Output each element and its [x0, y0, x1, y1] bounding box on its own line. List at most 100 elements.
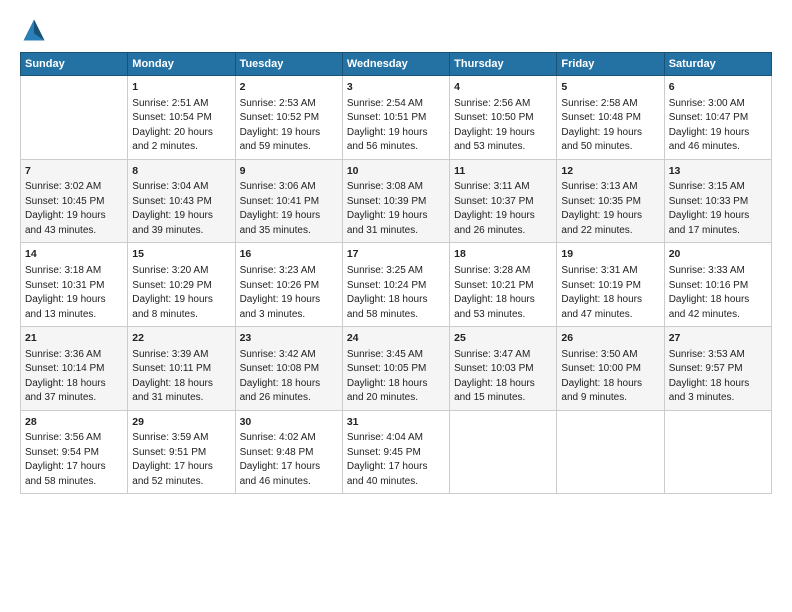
calendar-cell: 20 Sunrise: 3:33 AMSunset: 10:16 PMDaylig…: [664, 243, 771, 327]
cell-content: Sunrise: 3:15 AMSunset: 10:33 PMDaylight…: [669, 180, 767, 238]
date-number: 16: [240, 247, 338, 262]
calendar-cell: 8Sunrise: 3:04 AMSunset: 10:43 PMDayligh…: [128, 159, 235, 243]
cell-content: Sunrise: 3:18 AMSunset: 10:31 PMDaylight…: [25, 264, 123, 322]
date-number: 3: [347, 80, 445, 95]
calendar-cell: 15 Sunrise: 3:20 AMSunset: 10:29 PMDaylig…: [128, 243, 235, 327]
date-number: 23: [240, 331, 338, 346]
cell-content: Sunrise: 3:04 AMSunset: 10:43 PMDaylight…: [132, 180, 230, 238]
calendar-cell: 24Sunrise: 3:45 AMSunset: 10:05 PMDaylig…: [342, 327, 449, 411]
date-number: 13: [669, 164, 767, 179]
day-header: Thursday: [450, 53, 557, 76]
cell-content: Sunrise: 3:39 AMSunset: 10:11 PMDaylight…: [132, 348, 230, 406]
calendar-cell: 6 Sunrise: 3:00 AMSunset: 10:47 PMDayligh…: [664, 76, 771, 160]
date-number: 9: [240, 164, 338, 179]
week-row: 1 Sunrise: 2:51 AMSunset: 10:54 PMDayligh…: [21, 76, 772, 160]
calendar-cell: 7Sunrise: 3:02 AMSunset: 10:45 PMDayligh…: [21, 159, 128, 243]
calendar-cell: 3 Sunrise: 2:54 AMSunset: 10:51 PMDayligh…: [342, 76, 449, 160]
week-row: 7Sunrise: 3:02 AMSunset: 10:45 PMDayligh…: [21, 159, 772, 243]
date-number: 22: [132, 331, 230, 346]
calendar-cell: 16Sunrise: 3:23 AMSunset: 10:26 PMDaylig…: [235, 243, 342, 327]
calendar-cell: 17Sunrise: 3:25 AMSunset: 10:24 PMDaylig…: [342, 243, 449, 327]
calendar-cell: [21, 76, 128, 160]
calendar-cell: 11Sunrise: 3:11 AMSunset: 10:37 PMDaylig…: [450, 159, 557, 243]
header-row: SundayMondayTuesdayWednesdayThursdayFrid…: [21, 53, 772, 76]
cell-content: Sunrise: 3:53 AMSunset: 9:57 PMDaylight:…: [669, 348, 767, 406]
calendar-cell: 19 Sunrise: 3:31 AMSunset: 10:19 PMDaylig…: [557, 243, 664, 327]
cell-content: Sunrise: 3:00 AMSunset: 10:47 PMDaylight…: [669, 97, 767, 155]
cell-content: Sunrise: 2:56 AMSunset: 10:50 PMDaylight…: [454, 97, 552, 155]
day-header: Saturday: [664, 53, 771, 76]
cell-content: Sunrise: 3:11 AMSunset: 10:37 PMDaylight…: [454, 180, 552, 238]
cell-content: Sunrise: 3:33 AMSunset: 10:16 PMDaylight…: [669, 264, 767, 322]
calendar-cell: [450, 410, 557, 494]
date-number: 8: [132, 164, 230, 179]
date-number: 20: [669, 247, 767, 262]
date-number: 21: [25, 331, 123, 346]
week-row: 14 Sunrise: 3:18 AMSunset: 10:31 PMDaylig…: [21, 243, 772, 327]
date-number: 27: [669, 331, 767, 346]
week-row: 21 Sunrise: 3:36 AMSunset: 10:14 PMDaylig…: [21, 327, 772, 411]
date-number: 6: [669, 80, 767, 95]
date-number: 7: [25, 164, 123, 179]
date-number: 25: [454, 331, 552, 346]
cell-content: Sunrise: 3:13 AMSunset: 10:35 PMDaylight…: [561, 180, 659, 238]
cell-content: Sunrise: 3:36 AMSunset: 10:14 PMDaylight…: [25, 348, 123, 406]
cell-content: Sunrise: 3:42 AMSunset: 10:08 PMDaylight…: [240, 348, 338, 406]
calendar-cell: 10Sunrise: 3:08 AMSunset: 10:39 PMDaylig…: [342, 159, 449, 243]
cell-content: Sunrise: 3:02 AMSunset: 10:45 PMDaylight…: [25, 180, 123, 238]
cell-content: Sunrise: 2:54 AMSunset: 10:51 PMDaylight…: [347, 97, 445, 155]
calendar-cell: [664, 410, 771, 494]
cell-content: Sunrise: 3:50 AMSunset: 10:00 PMDaylight…: [561, 348, 659, 406]
calendar-cell: 25 Sunrise: 3:47 AMSunset: 10:03 PMDaylig…: [450, 327, 557, 411]
date-number: 30: [240, 415, 338, 430]
date-number: 31: [347, 415, 445, 430]
calendar-cell: 29Sunrise: 3:59 AMSunset: 9:51 PMDayligh…: [128, 410, 235, 494]
cell-content: Sunrise: 3:31 AMSunset: 10:19 PMDaylight…: [561, 264, 659, 322]
date-number: 2: [240, 80, 338, 95]
cell-content: Sunrise: 3:59 AMSunset: 9:51 PMDaylight:…: [132, 431, 230, 489]
week-row: 28Sunrise: 3:56 AMSunset: 9:54 PMDayligh…: [21, 410, 772, 494]
calendar-cell: 18Sunrise: 3:28 AMSunset: 10:21 PMDaylig…: [450, 243, 557, 327]
date-number: 14: [25, 247, 123, 262]
calendar-cell: 9Sunrise: 3:06 AMSunset: 10:41 PMDayligh…: [235, 159, 342, 243]
date-number: 18: [454, 247, 552, 262]
date-number: 17: [347, 247, 445, 262]
day-header: Sunday: [21, 53, 128, 76]
calendar-cell: 5Sunrise: 2:58 AMSunset: 10:48 PMDayligh…: [557, 76, 664, 160]
date-number: 19: [561, 247, 659, 262]
calendar-cell: 26 Sunrise: 3:50 AMSunset: 10:00 PMDaylig…: [557, 327, 664, 411]
cell-content: Sunrise: 2:51 AMSunset: 10:54 PMDaylight…: [132, 97, 230, 155]
cell-content: Sunrise: 3:47 AMSunset: 10:03 PMDaylight…: [454, 348, 552, 406]
cell-content: Sunrise: 3:06 AMSunset: 10:41 PMDaylight…: [240, 180, 338, 238]
date-number: 10: [347, 164, 445, 179]
cell-content: Sunrise: 3:20 AMSunset: 10:29 PMDaylight…: [132, 264, 230, 322]
date-number: 24: [347, 331, 445, 346]
date-number: 15: [132, 247, 230, 262]
calendar-table: SundayMondayTuesdayWednesdayThursdayFrid…: [20, 52, 772, 494]
calendar-cell: 23 Sunrise: 3:42 AMSunset: 10:08 PMDaylig…: [235, 327, 342, 411]
calendar-cell: 4Sunrise: 2:56 AMSunset: 10:50 PMDayligh…: [450, 76, 557, 160]
calendar-cell: 28Sunrise: 3:56 AMSunset: 9:54 PMDayligh…: [21, 410, 128, 494]
cell-content: Sunrise: 4:04 AMSunset: 9:45 PMDaylight:…: [347, 431, 445, 489]
calendar-cell: 27 Sunrise: 3:53 AMSunset: 9:57 PMDayligh…: [664, 327, 771, 411]
day-header: Friday: [557, 53, 664, 76]
cell-content: Sunrise: 3:08 AMSunset: 10:39 PMDaylight…: [347, 180, 445, 238]
date-number: 1: [132, 80, 230, 95]
calendar-cell: 2 Sunrise: 2:53 AMSunset: 10:52 PMDayligh…: [235, 76, 342, 160]
logo-icon: [20, 16, 48, 44]
date-number: 28: [25, 415, 123, 430]
calendar-cell: [557, 410, 664, 494]
date-number: 12: [561, 164, 659, 179]
day-header: Monday: [128, 53, 235, 76]
day-header: Wednesday: [342, 53, 449, 76]
day-header: Tuesday: [235, 53, 342, 76]
date-number: 5: [561, 80, 659, 95]
calendar-cell: 21 Sunrise: 3:36 AMSunset: 10:14 PMDaylig…: [21, 327, 128, 411]
calendar-cell: 14 Sunrise: 3:18 AMSunset: 10:31 PMDaylig…: [21, 243, 128, 327]
cell-content: Sunrise: 2:53 AMSunset: 10:52 PMDaylight…: [240, 97, 338, 155]
date-number: 29: [132, 415, 230, 430]
calendar-cell: 22 Sunrise: 3:39 AMSunset: 10:11 PMDaylig…: [128, 327, 235, 411]
calendar-cell: 30Sunrise: 4:02 AMSunset: 9:48 PMDayligh…: [235, 410, 342, 494]
cell-content: Sunrise: 4:02 AMSunset: 9:48 PMDaylight:…: [240, 431, 338, 489]
date-number: 26: [561, 331, 659, 346]
